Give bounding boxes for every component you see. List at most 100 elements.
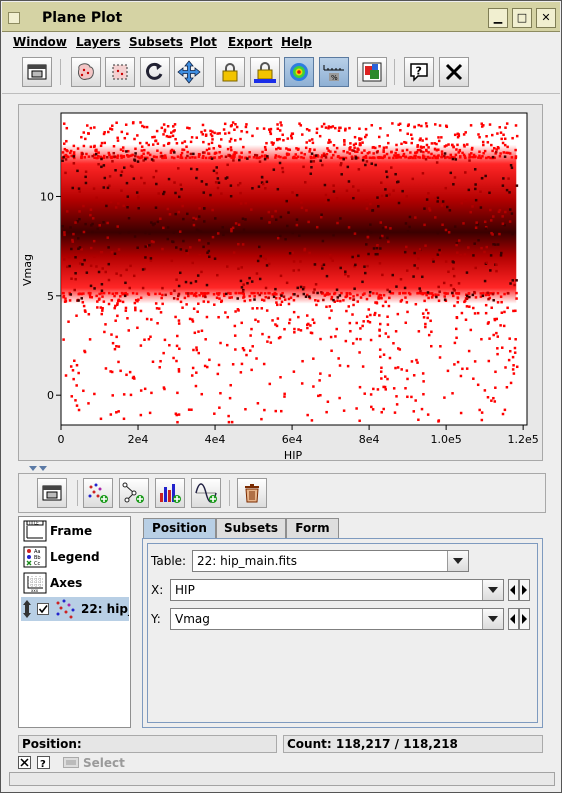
data-point	[395, 395, 398, 398]
data-point	[430, 296, 434, 299]
data-point	[110, 251, 114, 254]
layer-item-frame[interactable]: TITLE Frame	[21, 519, 129, 543]
menu-subsets[interactable]: Subsets	[129, 35, 183, 49]
frame-window-button[interactable]	[37, 478, 67, 508]
data-point	[437, 148, 440, 151]
plot-panel[interactable]: 0 2e4 4e4 6e4 8e4 1.0e5 1.2e5 0 5 10 HIP Vmag	[18, 104, 543, 461]
svg-text:%: %	[331, 74, 338, 82]
data-point	[472, 377, 475, 380]
sketch-icon: %	[323, 65, 344, 82]
data-point	[131, 291, 135, 295]
maximize-button[interactable]: □	[512, 8, 532, 28]
data-point	[102, 154, 106, 158]
window-menu-icon[interactable]	[8, 12, 20, 24]
add-pair-button[interactable]	[119, 478, 149, 508]
data-point	[509, 282, 512, 285]
layer-visible-checkbox[interactable]	[37, 603, 49, 615]
data-point	[344, 156, 348, 160]
data-point	[82, 389, 85, 393]
data-point	[244, 201, 248, 205]
x-next-column-button[interactable]	[519, 579, 530, 601]
data-point	[434, 123, 437, 126]
rescale-button[interactable]	[140, 57, 170, 87]
menu-layers[interactable]: Layers	[76, 35, 120, 49]
density-button[interactable]	[284, 57, 314, 87]
select-button[interactable]: Select	[83, 756, 125, 770]
close-window-button[interactable]: ✕	[536, 8, 556, 28]
menu-help[interactable]: Help	[281, 35, 312, 49]
sketch-button[interactable]: %	[319, 57, 349, 87]
menu-plot[interactable]: Plot	[190, 35, 217, 49]
x-prev-column-button[interactable]	[508, 579, 519, 601]
data-point	[280, 300, 284, 304]
add-scatter-button[interactable]	[83, 478, 113, 508]
tab-form[interactable]: Form	[286, 518, 339, 538]
chevron-down-icon[interactable]	[482, 580, 503, 600]
data-point	[150, 318, 153, 321]
title-bar[interactable]: Plane Plot ▁ □ ✕	[2, 2, 560, 32]
data-point	[378, 314, 381, 317]
data-point	[288, 252, 292, 255]
data-point	[279, 155, 282, 159]
clear-button[interactable]	[18, 756, 31, 769]
close-plot-button[interactable]	[439, 57, 469, 87]
export-button[interactable]	[357, 57, 387, 87]
table-select[interactable]: 22: hip_main.fits	[192, 550, 469, 572]
data-point	[496, 301, 500, 304]
region-subset-button[interactable]	[105, 57, 135, 87]
data-point	[452, 274, 456, 278]
lock-axes-button[interactable]	[215, 57, 245, 87]
data-point	[128, 286, 131, 290]
data-point	[126, 195, 130, 198]
data-point	[440, 155, 444, 159]
data-point	[224, 132, 227, 135]
delete-layer-button[interactable]	[237, 478, 267, 508]
add-histogram-button[interactable]	[155, 478, 185, 508]
data-point	[83, 258, 86, 262]
data-point	[258, 160, 262, 163]
data-point	[72, 162, 76, 165]
data-point	[210, 157, 214, 160]
menu-window[interactable]: Window	[13, 35, 67, 49]
window-button[interactable]	[22, 57, 52, 87]
data-point	[74, 399, 77, 402]
menu-export[interactable]: Export	[228, 35, 272, 49]
lock-aux-button[interactable]	[250, 57, 280, 87]
y-prev-column-button[interactable]	[508, 608, 519, 630]
bottom-scrollbar[interactable]	[9, 772, 555, 786]
layer-item-scatter[interactable]: 22: hip_	[21, 597, 129, 621]
right-arrow-icon	[522, 585, 527, 595]
help-small-button[interactable]: ?	[37, 756, 50, 769]
data-point	[484, 311, 488, 315]
data-point	[385, 146, 388, 149]
x-tick-label: 1.0e5	[430, 433, 461, 446]
layer-item-legend[interactable]: Aa Bb Cc Legend	[21, 545, 129, 569]
scatter-plot[interactable]: 0 2e4 4e4 6e4 8e4 1.0e5 1.2e50510 HIP Vmag	[19, 105, 542, 460]
data-point	[245, 130, 249, 134]
data-point	[364, 271, 367, 275]
layer-item-axes[interactable]: xxx Axes	[21, 571, 129, 595]
blob-subset-button[interactable]	[71, 57, 101, 87]
data-point	[85, 271, 89, 274]
add-function-button[interactable]	[191, 478, 221, 508]
x-column-field[interactable]: HIP	[170, 579, 504, 601]
chevron-down-icon[interactable]	[447, 551, 468, 571]
data-point	[234, 310, 237, 313]
split-pane-arrows[interactable]	[29, 466, 49, 472]
y-column-field[interactable]: Vmag	[170, 608, 504, 630]
drag-handle-icon[interactable]	[22, 600, 32, 618]
y-next-column-button[interactable]	[519, 608, 530, 630]
navigate-button[interactable]	[174, 57, 204, 87]
tab-position[interactable]: Position	[143, 518, 216, 539]
chevron-down-icon[interactable]	[482, 609, 503, 629]
tab-subsets[interactable]: Subsets	[216, 518, 286, 538]
data-point	[67, 255, 71, 259]
minimize-button[interactable]: ▁	[488, 8, 508, 28]
data-point	[378, 144, 381, 148]
help-button[interactable]: ?	[404, 57, 434, 87]
data-point	[91, 230, 94, 234]
data-point	[181, 204, 184, 208]
data-point	[498, 208, 502, 212]
data-point	[163, 338, 167, 342]
data-point	[458, 156, 462, 159]
